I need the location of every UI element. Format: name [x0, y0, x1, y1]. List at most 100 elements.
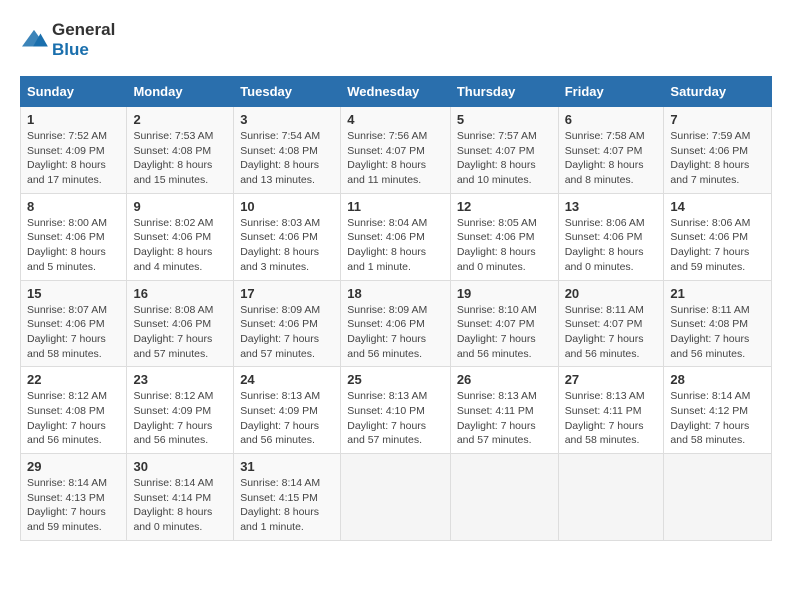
calendar-week-row: 22Sunrise: 8:12 AM Sunset: 4:08 PM Dayli…	[21, 367, 772, 454]
weekday-header-row: SundayMondayTuesdayWednesdayThursdayFrid…	[21, 77, 772, 107]
day-detail: Sunrise: 8:06 AM Sunset: 4:06 PM Dayligh…	[565, 216, 658, 275]
calendar-cell: 19Sunrise: 8:10 AM Sunset: 4:07 PM Dayli…	[450, 280, 558, 367]
day-detail: Sunrise: 7:54 AM Sunset: 4:08 PM Dayligh…	[240, 129, 334, 188]
weekday-header-saturday: Saturday	[664, 77, 772, 107]
calendar-cell: 22Sunrise: 8:12 AM Sunset: 4:08 PM Dayli…	[21, 367, 127, 454]
weekday-header-thursday: Thursday	[450, 77, 558, 107]
calendar-week-row: 29 Sunrise: 8:14 AM Sunset: 4:13 PM Dayli…	[21, 454, 772, 541]
weekday-header-tuesday: Tuesday	[234, 77, 341, 107]
day-number: 5	[457, 112, 552, 127]
calendar-cell: 15 Sunrise: 8:07 AM Sunset: 4:06 PM Dayli…	[21, 280, 127, 367]
day-detail: Sunrise: 8:11 AM Sunset: 4:08 PM Dayligh…	[670, 303, 765, 362]
logo-text: General Blue	[52, 20, 115, 60]
day-number: 31	[240, 459, 334, 474]
day-number: 13	[565, 199, 658, 214]
calendar-cell: 10 Sunrise: 8:03 AM Sunset: 4:06 PM Dayli…	[234, 193, 341, 280]
day-number: 10	[240, 199, 334, 214]
day-detail: Sunrise: 8:02 AM Sunset: 4:06 PM Dayligh…	[133, 216, 227, 275]
day-detail: Sunrise: 8:13 AM Sunset: 4:11 PM Dayligh…	[565, 389, 658, 448]
day-detail: Sunrise: 7:58 AM Sunset: 4:07 PM Dayligh…	[565, 129, 658, 188]
weekday-header-friday: Friday	[558, 77, 664, 107]
day-number: 16	[133, 286, 227, 301]
calendar-body: 1 Sunrise: 7:52 AM Sunset: 4:09 PM Daylig…	[21, 107, 772, 541]
calendar-cell	[341, 454, 451, 541]
calendar-cell: 28 Sunrise: 8:14 AM Sunset: 4:12 PM Dayli…	[664, 367, 772, 454]
calendar-cell: 18Sunrise: 8:09 AM Sunset: 4:06 PM Dayli…	[341, 280, 451, 367]
day-number: 28	[670, 372, 765, 387]
logo-icon	[20, 28, 48, 52]
day-number: 24	[240, 372, 334, 387]
calendar-cell	[664, 454, 772, 541]
calendar-cell: 8 Sunrise: 8:00 AM Sunset: 4:06 PM Daylig…	[21, 193, 127, 280]
day-detail: Sunrise: 8:14 AM Sunset: 4:14 PM Dayligh…	[133, 476, 227, 535]
day-number: 23	[133, 372, 227, 387]
calendar-week-row: 1 Sunrise: 7:52 AM Sunset: 4:09 PM Daylig…	[21, 107, 772, 194]
day-detail: Sunrise: 7:57 AM Sunset: 4:07 PM Dayligh…	[457, 129, 552, 188]
day-detail: Sunrise: 7:59 AM Sunset: 4:06 PM Dayligh…	[670, 129, 765, 188]
day-detail: Sunrise: 8:11 AM Sunset: 4:07 PM Dayligh…	[565, 303, 658, 362]
calendar-cell: 29 Sunrise: 8:14 AM Sunset: 4:13 PM Dayli…	[21, 454, 127, 541]
day-detail: Sunrise: 8:13 AM Sunset: 4:10 PM Dayligh…	[347, 389, 444, 448]
page-header: General Blue	[20, 20, 772, 60]
calendar-cell: 26Sunrise: 8:13 AM Sunset: 4:11 PM Dayli…	[450, 367, 558, 454]
day-detail: Sunrise: 8:00 AM Sunset: 4:06 PM Dayligh…	[27, 216, 120, 275]
day-number: 30	[133, 459, 227, 474]
day-detail: Sunrise: 8:13 AM Sunset: 4:09 PM Dayligh…	[240, 389, 334, 448]
day-detail: Sunrise: 8:09 AM Sunset: 4:06 PM Dayligh…	[240, 303, 334, 362]
day-number: 29	[27, 459, 120, 474]
day-detail: Sunrise: 8:08 AM Sunset: 4:06 PM Dayligh…	[133, 303, 227, 362]
calendar-cell: 2Sunrise: 7:53 AM Sunset: 4:08 PM Daylig…	[127, 107, 234, 194]
calendar-cell	[450, 454, 558, 541]
calendar-header: SundayMondayTuesdayWednesdayThursdayFrid…	[21, 77, 772, 107]
day-number: 14	[670, 199, 765, 214]
day-number: 15	[27, 286, 120, 301]
logo-blue: Blue	[52, 40, 89, 59]
day-number: 19	[457, 286, 552, 301]
day-number: 11	[347, 199, 444, 214]
day-number: 25	[347, 372, 444, 387]
calendar-week-row: 15 Sunrise: 8:07 AM Sunset: 4:06 PM Dayli…	[21, 280, 772, 367]
calendar-cell: 3Sunrise: 7:54 AM Sunset: 4:08 PM Daylig…	[234, 107, 341, 194]
day-number: 9	[133, 199, 227, 214]
calendar-cell: 13 Sunrise: 8:06 AM Sunset: 4:06 PM Dayli…	[558, 193, 664, 280]
logo-general: General	[52, 20, 115, 39]
calendar-cell: 1 Sunrise: 7:52 AM Sunset: 4:09 PM Daylig…	[21, 107, 127, 194]
calendar-cell: 25 Sunrise: 8:13 AM Sunset: 4:10 PM Dayli…	[341, 367, 451, 454]
calendar-cell: 21 Sunrise: 8:11 AM Sunset: 4:08 PM Dayli…	[664, 280, 772, 367]
calendar-cell: 14 Sunrise: 8:06 AM Sunset: 4:06 PM Dayli…	[664, 193, 772, 280]
day-detail: Sunrise: 8:14 AM Sunset: 4:13 PM Dayligh…	[27, 476, 120, 535]
day-number: 21	[670, 286, 765, 301]
calendar-cell: 4Sunrise: 7:56 AM Sunset: 4:07 PM Daylig…	[341, 107, 451, 194]
day-detail: Sunrise: 7:53 AM Sunset: 4:08 PM Dayligh…	[133, 129, 227, 188]
weekday-header-sunday: Sunday	[21, 77, 127, 107]
day-detail: Sunrise: 8:06 AM Sunset: 4:06 PM Dayligh…	[670, 216, 765, 275]
calendar-table: SundayMondayTuesdayWednesdayThursdayFrid…	[20, 76, 772, 541]
day-detail: Sunrise: 8:04 AM Sunset: 4:06 PM Dayligh…	[347, 216, 444, 275]
day-number: 1	[27, 112, 120, 127]
calendar-cell: 24 Sunrise: 8:13 AM Sunset: 4:09 PM Dayli…	[234, 367, 341, 454]
day-number: 8	[27, 199, 120, 214]
day-number: 4	[347, 112, 444, 127]
calendar-cell	[558, 454, 664, 541]
weekday-header-wednesday: Wednesday	[341, 77, 451, 107]
day-detail: Sunrise: 8:12 AM Sunset: 4:09 PM Dayligh…	[133, 389, 227, 448]
day-number: 20	[565, 286, 658, 301]
day-detail: Sunrise: 8:12 AM Sunset: 4:08 PM Dayligh…	[27, 389, 120, 448]
calendar-cell: 30 Sunrise: 8:14 AM Sunset: 4:14 PM Dayli…	[127, 454, 234, 541]
day-number: 12	[457, 199, 552, 214]
calendar-cell: 7 Sunrise: 7:59 AM Sunset: 4:06 PM Daylig…	[664, 107, 772, 194]
calendar-cell: 20 Sunrise: 8:11 AM Sunset: 4:07 PM Dayli…	[558, 280, 664, 367]
day-number: 27	[565, 372, 658, 387]
day-detail: Sunrise: 8:07 AM Sunset: 4:06 PM Dayligh…	[27, 303, 120, 362]
day-detail: Sunrise: 7:52 AM Sunset: 4:09 PM Dayligh…	[27, 129, 120, 188]
day-detail: Sunrise: 8:14 AM Sunset: 4:12 PM Dayligh…	[670, 389, 765, 448]
calendar-cell: 12Sunrise: 8:05 AM Sunset: 4:06 PM Dayli…	[450, 193, 558, 280]
day-detail: Sunrise: 8:03 AM Sunset: 4:06 PM Dayligh…	[240, 216, 334, 275]
day-number: 7	[670, 112, 765, 127]
day-detail: Sunrise: 8:14 AM Sunset: 4:15 PM Dayligh…	[240, 476, 334, 535]
calendar-cell: 5 Sunrise: 7:57 AM Sunset: 4:07 PM Daylig…	[450, 107, 558, 194]
calendar-cell: 23 Sunrise: 8:12 AM Sunset: 4:09 PM Dayli…	[127, 367, 234, 454]
calendar-week-row: 8 Sunrise: 8:00 AM Sunset: 4:06 PM Daylig…	[21, 193, 772, 280]
day-detail: Sunrise: 8:13 AM Sunset: 4:11 PM Dayligh…	[457, 389, 552, 448]
calendar-cell: 31 Sunrise: 8:14 AM Sunset: 4:15 PM Dayli…	[234, 454, 341, 541]
